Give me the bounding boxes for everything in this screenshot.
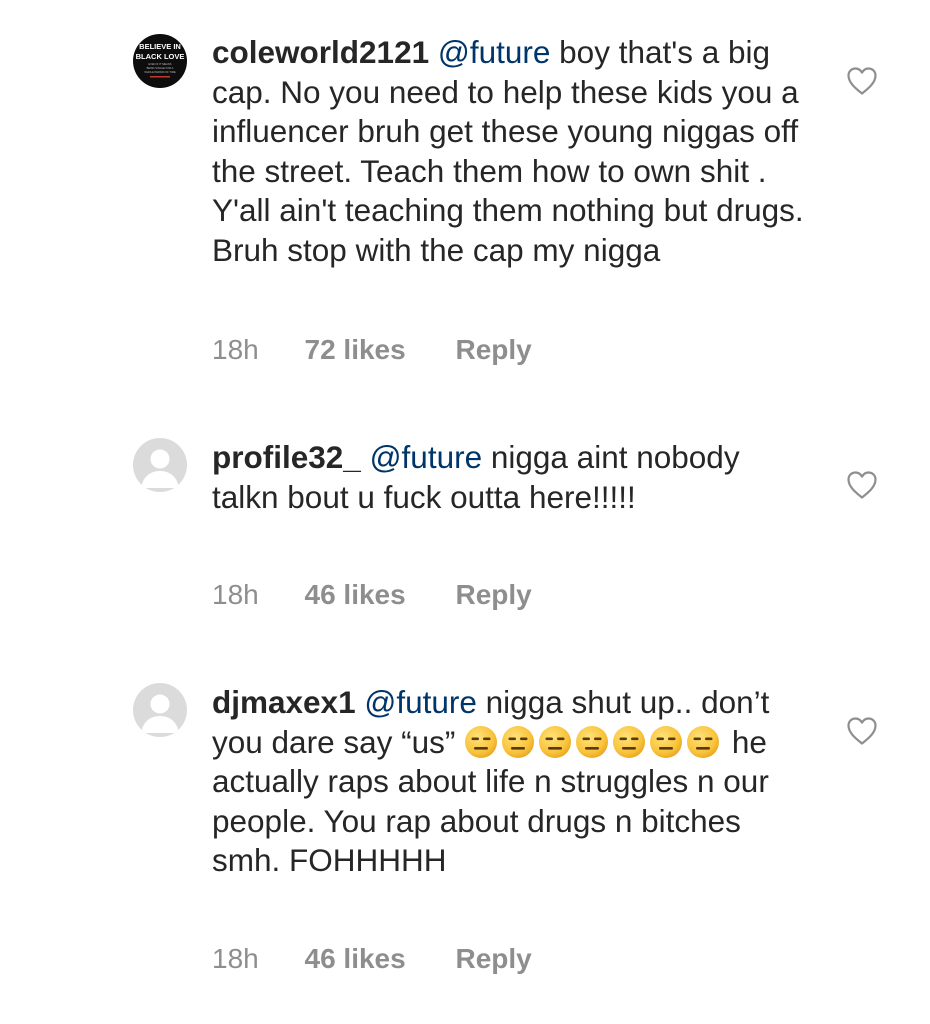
like-heart-icon[interactable] — [846, 470, 878, 500]
reply-button[interactable]: Reply — [455, 334, 531, 366]
reply-button[interactable]: Reply — [455, 943, 531, 975]
svg-text:BLACK LOVE: BLACK LOVE — [136, 52, 185, 61]
comment-likes-count[interactable]: 46 likes — [305, 579, 406, 611]
comment-timestamp: 18h — [212, 334, 259, 365]
comment-mention[interactable]: @future — [364, 684, 477, 720]
expressionless-face-emoji — [575, 725, 609, 759]
comment-meta: 18h 72 likes Reply — [212, 334, 532, 366]
avatar[interactable] — [133, 683, 187, 737]
comment-mention[interactable]: @future — [438, 34, 551, 70]
like-heart-icon[interactable] — [846, 66, 878, 96]
like-heart-icon[interactable] — [846, 716, 878, 746]
expressionless-face-emoji — [538, 725, 572, 759]
expressionless-face-emoji — [501, 725, 535, 759]
user-silhouette-icon — [141, 694, 179, 733]
comment-likes-count[interactable]: 72 likes — [305, 334, 406, 366]
user-silhouette-icon — [141, 449, 179, 488]
svg-text:EVEN IF IT MEANS: EVEN IF IT MEANS — [148, 62, 171, 66]
comment-timestamp: 18h — [212, 579, 259, 610]
expressionless-face-emoji — [464, 725, 498, 759]
comment-username[interactable]: djmaxex1 — [212, 684, 356, 720]
emoji-group — [575, 724, 723, 760]
comment-likes-count[interactable]: 46 likes — [305, 943, 406, 975]
comment-timestamp: 18h — [212, 943, 259, 974]
expressionless-face-emoji — [649, 725, 683, 759]
avatar[interactable]: BELIEVE IN BLACK LOVE EVEN IF IT MEANS B… — [133, 34, 187, 88]
believe-in-black-love-logo: BELIEVE IN BLACK LOVE EVEN IF IT MEANS B… — [136, 42, 185, 78]
comment-body: coleworld2121 @future boy that's a big c… — [212, 33, 812, 270]
emoji-group — [464, 724, 575, 760]
comment-mention[interactable]: @future — [370, 439, 483, 475]
svg-text:BEING SINGLE FOR A: BEING SINGLE FOR A — [147, 66, 174, 70]
expressionless-face-emoji — [612, 725, 646, 759]
comment-username[interactable]: coleworld2121 — [212, 34, 429, 70]
comment-body: profile32_ @future nigga aint nobody tal… — [212, 438, 812, 517]
expressionless-face-emoji — [686, 725, 720, 759]
comment-username[interactable]: profile32_ — [212, 439, 361, 475]
comment-meta: 18h 46 likes Reply — [212, 579, 532, 611]
svg-text:BELIEVE IN: BELIEVE IN — [139, 42, 181, 51]
svg-text:WHOLE PERIOD OF TIME: WHOLE PERIOD OF TIME — [144, 70, 176, 74]
reply-button[interactable]: Reply — [455, 579, 531, 611]
comment-body: djmaxex1 @future nigga shut up.. don’t y… — [212, 683, 812, 881]
comment-meta: 18h 46 likes Reply — [212, 943, 532, 975]
avatar[interactable] — [133, 438, 187, 492]
